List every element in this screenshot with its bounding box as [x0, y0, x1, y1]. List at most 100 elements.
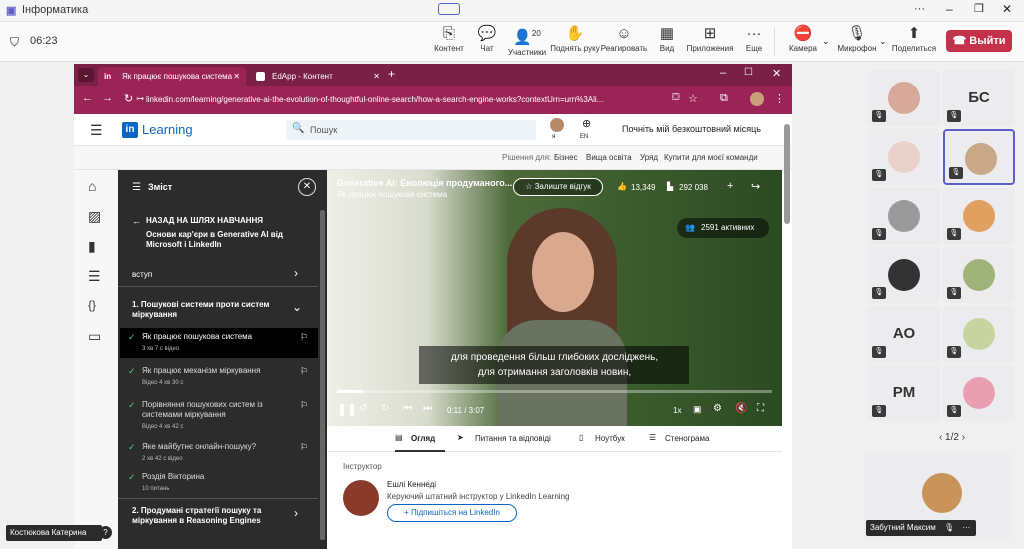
camera-chevron-icon[interactable]: ⌄: [822, 36, 830, 47]
business-link[interactable]: Бізнес: [554, 153, 578, 162]
help-icon[interactable]: ?: [99, 526, 112, 539]
toc-item[interactable]: ✓ Порівняння пошукових систем із система…: [120, 398, 318, 438]
new-tab-icon[interactable]: +: [388, 67, 395, 81]
participant-tile[interactable]: 🎙: [868, 188, 940, 244]
participant-tile[interactable]: 🎙: [943, 365, 1015, 421]
toc-item[interactable]: ✓ Як працює механізм міркування Відео 4 …: [120, 364, 318, 394]
apps-button[interactable]: ⊞ Приложения: [685, 24, 735, 60]
close-button[interactable]: ✕: [1002, 2, 1012, 16]
back-arrow-icon[interactable]: ←: [132, 216, 141, 226]
more-icon[interactable]: ···: [962, 523, 970, 532]
tab-list-icon[interactable]: ⌄: [78, 68, 94, 82]
learning-logo-text[interactable]: Learning: [142, 122, 193, 137]
chevron-down-icon[interactable]: ⌄: [292, 300, 302, 314]
browser-tab[interactable]: EdApp - Контент ✕: [248, 67, 386, 86]
tab-notebook[interactable]: ▯ Ноутбук: [579, 426, 649, 452]
participant-tile[interactable]: 🎙: [943, 188, 1015, 244]
tab-overview[interactable]: ▤ Огляд: [395, 426, 445, 452]
bookmark-icon[interactable]: ⚐: [300, 366, 308, 377]
participant-tile[interactable]: 🎙: [943, 247, 1015, 303]
back-to-path-link[interactable]: НАЗАД НА ШЛЯХ НАВЧАННЯ: [146, 216, 326, 226]
browser-tab-active[interactable]: in Як працює пошукова система ✕: [98, 67, 246, 86]
hamburger-icon[interactable]: ☰: [90, 122, 103, 139]
message-icon[interactable]: ▭: [88, 328, 101, 345]
map-icon[interactable]: ▨: [88, 208, 101, 225]
minimize-browser-button[interactable]: –: [720, 67, 726, 79]
higher-ed-link[interactable]: Вища освіта: [586, 153, 632, 162]
globe-icon[interactable]: ⊕: [582, 117, 591, 130]
follow-button[interactable]: + Підпишіться на LinkedIn: [387, 504, 517, 522]
share-button[interactable]: ⬆ Поделиться: [889, 24, 939, 60]
participant-tile[interactable]: 🎙: [868, 129, 940, 185]
back-icon[interactable]: ←: [82, 92, 93, 104]
settings-icon[interactable]: ⚙: [713, 403, 722, 414]
close-contents-button[interactable]: ✕: [298, 178, 316, 196]
list-icon[interactable]: ☰: [88, 268, 101, 285]
participant-tile[interactable]: БС 🎙: [943, 70, 1015, 126]
video-player[interactable]: Generative AI: Еволюція продуманого... Я…: [327, 170, 782, 426]
url-field[interactable]: linkedin.com/learning/generative-ai-the-…: [146, 91, 666, 109]
speed-button[interactable]: 1x: [673, 406, 681, 415]
participant-tile[interactable]: 🎙: [943, 306, 1015, 362]
chevron-right-icon[interactable]: ›: [294, 266, 298, 280]
buy-for-team-link[interactable]: Купити для моєї команди: [664, 153, 758, 162]
trial-link[interactable]: Почніть мій безкоштовний місяць: [622, 124, 761, 134]
like-icon[interactable]: 👍: [617, 182, 627, 191]
toc-item-active[interactable]: ✓ Як працює пошукова система 3 хв 7 с ві…: [120, 328, 318, 358]
home-icon[interactable]: ⌂: [88, 178, 96, 194]
more-options-icon[interactable]: ···: [914, 3, 925, 15]
extensions-icon[interactable]: ⧉: [720, 92, 728, 105]
pause-icon[interactable]: ❚❚: [337, 402, 357, 416]
share-video-icon[interactable]: ↪: [751, 180, 760, 193]
forward-icon[interactable]: →: [102, 92, 113, 104]
chapter-2-header[interactable]: 2. Продумані стратегії пошуку та міркува…: [132, 506, 282, 526]
tab-close-icon[interactable]: ✕: [373, 67, 380, 86]
participant-tile[interactable]: 🎙: [868, 247, 940, 303]
site-info-icon[interactable]: ⊶: [136, 94, 144, 103]
rewind-icon[interactable]: ↺: [359, 403, 367, 414]
toc-item[interactable]: ✓ Яке майбутнє онлайн-пошуку? 2 хв 42 с …: [120, 440, 318, 468]
mute-icon[interactable]: 🔇: [735, 403, 747, 414]
microphone-button[interactable]: 🎙 Микрофон: [832, 24, 882, 60]
maximize-browser-button[interactable]: ☐: [744, 67, 753, 78]
fullscreen-icon[interactable]: ⛶: [757, 403, 764, 414]
user-avatar[interactable]: [550, 118, 564, 132]
code-icon[interactable]: {}: [88, 298, 96, 312]
learning-path-title[interactable]: Основи кар'єри в Generative AI від Micro…: [146, 230, 306, 250]
review-button[interactable]: ☆ Залиште відгук: [513, 178, 603, 196]
previous-icon[interactable]: ⏮: [403, 403, 412, 414]
participants-button[interactable]: 👤20 Участники: [502, 24, 552, 60]
minimize-button[interactable]: –: [946, 2, 953, 16]
tab-qa[interactable]: ➤ Питання та відповіді: [457, 426, 567, 452]
participant-tile[interactable]: 🎙: [868, 70, 940, 126]
bookmark-icon[interactable]: ⚐: [300, 400, 308, 411]
browser-menu-icon[interactable]: ⋮: [774, 92, 785, 105]
reload-icon[interactable]: ↻: [124, 92, 133, 105]
camera-button[interactable]: ⛔ Камера: [778, 24, 828, 60]
intro-section[interactable]: вступ: [132, 270, 312, 280]
chevron-right-icon[interactable]: ›: [294, 506, 298, 520]
tab-transcript[interactable]: ☰ Стенограма: [649, 426, 729, 452]
language-label[interactable]: EN: [580, 134, 588, 140]
participant-tile[interactable]: АО 🎙: [868, 306, 940, 362]
search-input[interactable]: 🔍 Пошук: [286, 120, 536, 140]
bookmark-icon[interactable]: ⚐: [300, 442, 308, 453]
bookmark-star-icon[interactable]: ☆: [688, 92, 698, 105]
page-scrollbar[interactable]: [784, 124, 790, 224]
instructor-name[interactable]: Ешлі Кеннеді: [387, 480, 436, 489]
profile-avatar[interactable]: [750, 92, 764, 106]
tab-close-icon[interactable]: ✕: [233, 67, 240, 86]
toc-item[interactable]: ✓ Роздія Вікторина 10 питань: [120, 470, 318, 498]
participant-tile[interactable]: PM 🎙: [868, 365, 940, 421]
toc-scrollbar[interactable]: [320, 210, 325, 540]
captions-icon[interactable]: ▣: [693, 404, 702, 415]
chapter-1-header[interactable]: 1. Пошукові системи проти систем міркува…: [132, 300, 282, 320]
maximize-button[interactable]: ❐: [974, 2, 984, 15]
translate-icon[interactable]: ⛋: [672, 92, 680, 103]
government-link[interactable]: Уряд: [640, 153, 658, 162]
forward-10-icon[interactable]: ↻: [381, 403, 389, 414]
next-icon[interactable]: ⏭: [423, 403, 432, 414]
participant-tile[interactable]: 🎙: [943, 129, 1015, 185]
instructor-avatar[interactable]: [343, 480, 379, 516]
bookmark-icon[interactable]: ⚐: [300, 332, 308, 343]
